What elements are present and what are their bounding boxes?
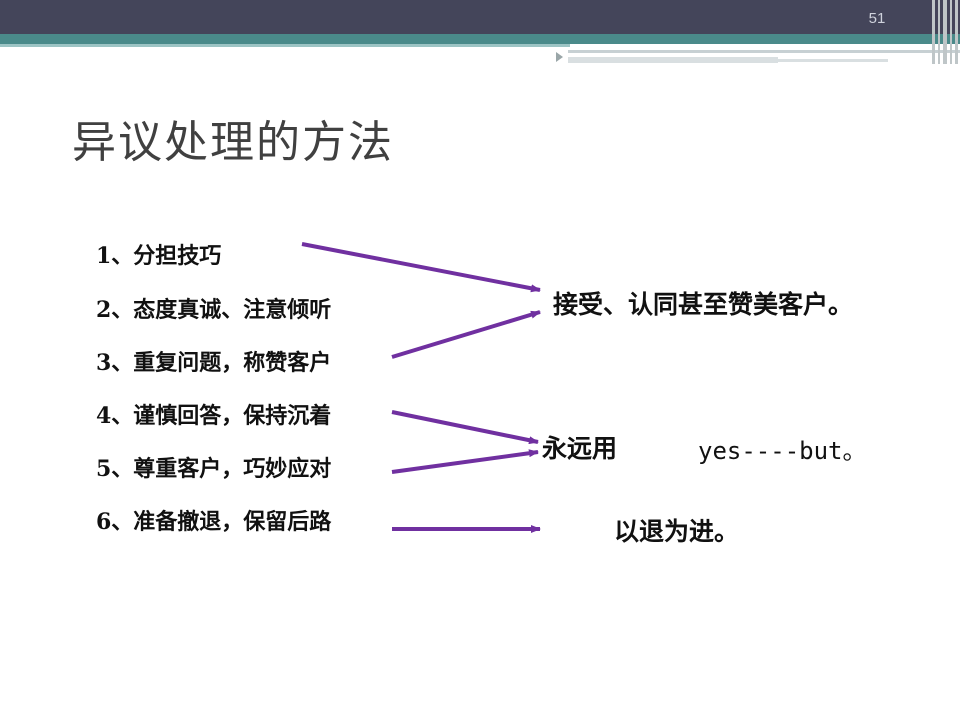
arrow-3-to-accept bbox=[391, 310, 541, 359]
arrows-layer bbox=[301, 242, 541, 533]
arrow-5-to-yes-but bbox=[391, 449, 539, 474]
arrow-1-to-accept bbox=[301, 242, 541, 293]
slide: 51 异议处理的方法 1、分担技巧 2、态度真诚、注意倾听 3、重复问题，称赞客… bbox=[0, 0, 960, 720]
arrow-4-to-yes-but bbox=[391, 410, 539, 445]
